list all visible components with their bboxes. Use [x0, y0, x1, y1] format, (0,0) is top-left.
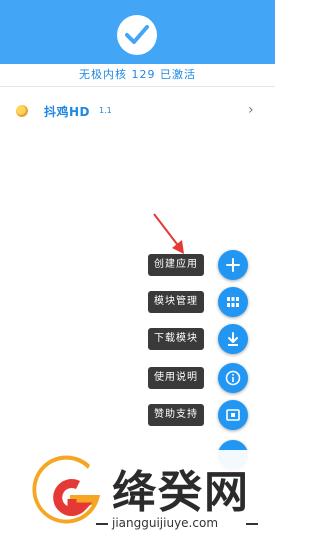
- arrow-annotation-icon: [153, 213, 184, 254]
- chevron-right-icon: ›: [248, 102, 254, 118]
- create-app-label[interactable]: 创建应用: [148, 254, 204, 276]
- app-icon: [16, 105, 28, 117]
- usage-guide-button[interactable]: [218, 363, 248, 393]
- app-version: 1.1: [99, 106, 112, 115]
- create-app-button[interactable]: [218, 250, 248, 280]
- info-icon: [225, 370, 241, 386]
- divider: [0, 86, 275, 87]
- download-module-label[interactable]: 下载模块: [148, 328, 204, 350]
- module-manage-label[interactable]: 模块管理: [148, 291, 204, 313]
- checkmark-icon: [125, 25, 149, 44]
- active-status-badge: [117, 15, 157, 55]
- divider: [246, 523, 258, 525]
- grid-icon: [227, 297, 239, 307]
- divider: [96, 523, 108, 525]
- framework-status-text: 无极内核 129 已激活: [79, 68, 196, 81]
- usage-guide-label[interactable]: 使用说明: [148, 367, 204, 389]
- app-list-item[interactable]: 抖鸡HD 1.1 ›: [0, 96, 275, 126]
- download-icon: [228, 332, 238, 346]
- module-manage-button[interactable]: [218, 287, 248, 317]
- watermark-logo-icon: [32, 455, 100, 524]
- site-watermark: 绛癸网 jiangguijiuye.com: [24, 450, 274, 540]
- sponsor-icon: [226, 409, 240, 421]
- download-module-button[interactable]: [218, 324, 248, 354]
- plus-icon: [226, 258, 240, 272]
- watermark-title: 绛癸网: [112, 467, 250, 518]
- status-header: [0, 0, 275, 64]
- app-name: 抖鸡HD: [44, 105, 91, 119]
- watermark-url: jiangguijiuye.com: [112, 516, 219, 530]
- sponsor-support-button[interactable]: [218, 400, 248, 430]
- sponsor-support-label[interactable]: 赞助支持: [148, 404, 204, 426]
